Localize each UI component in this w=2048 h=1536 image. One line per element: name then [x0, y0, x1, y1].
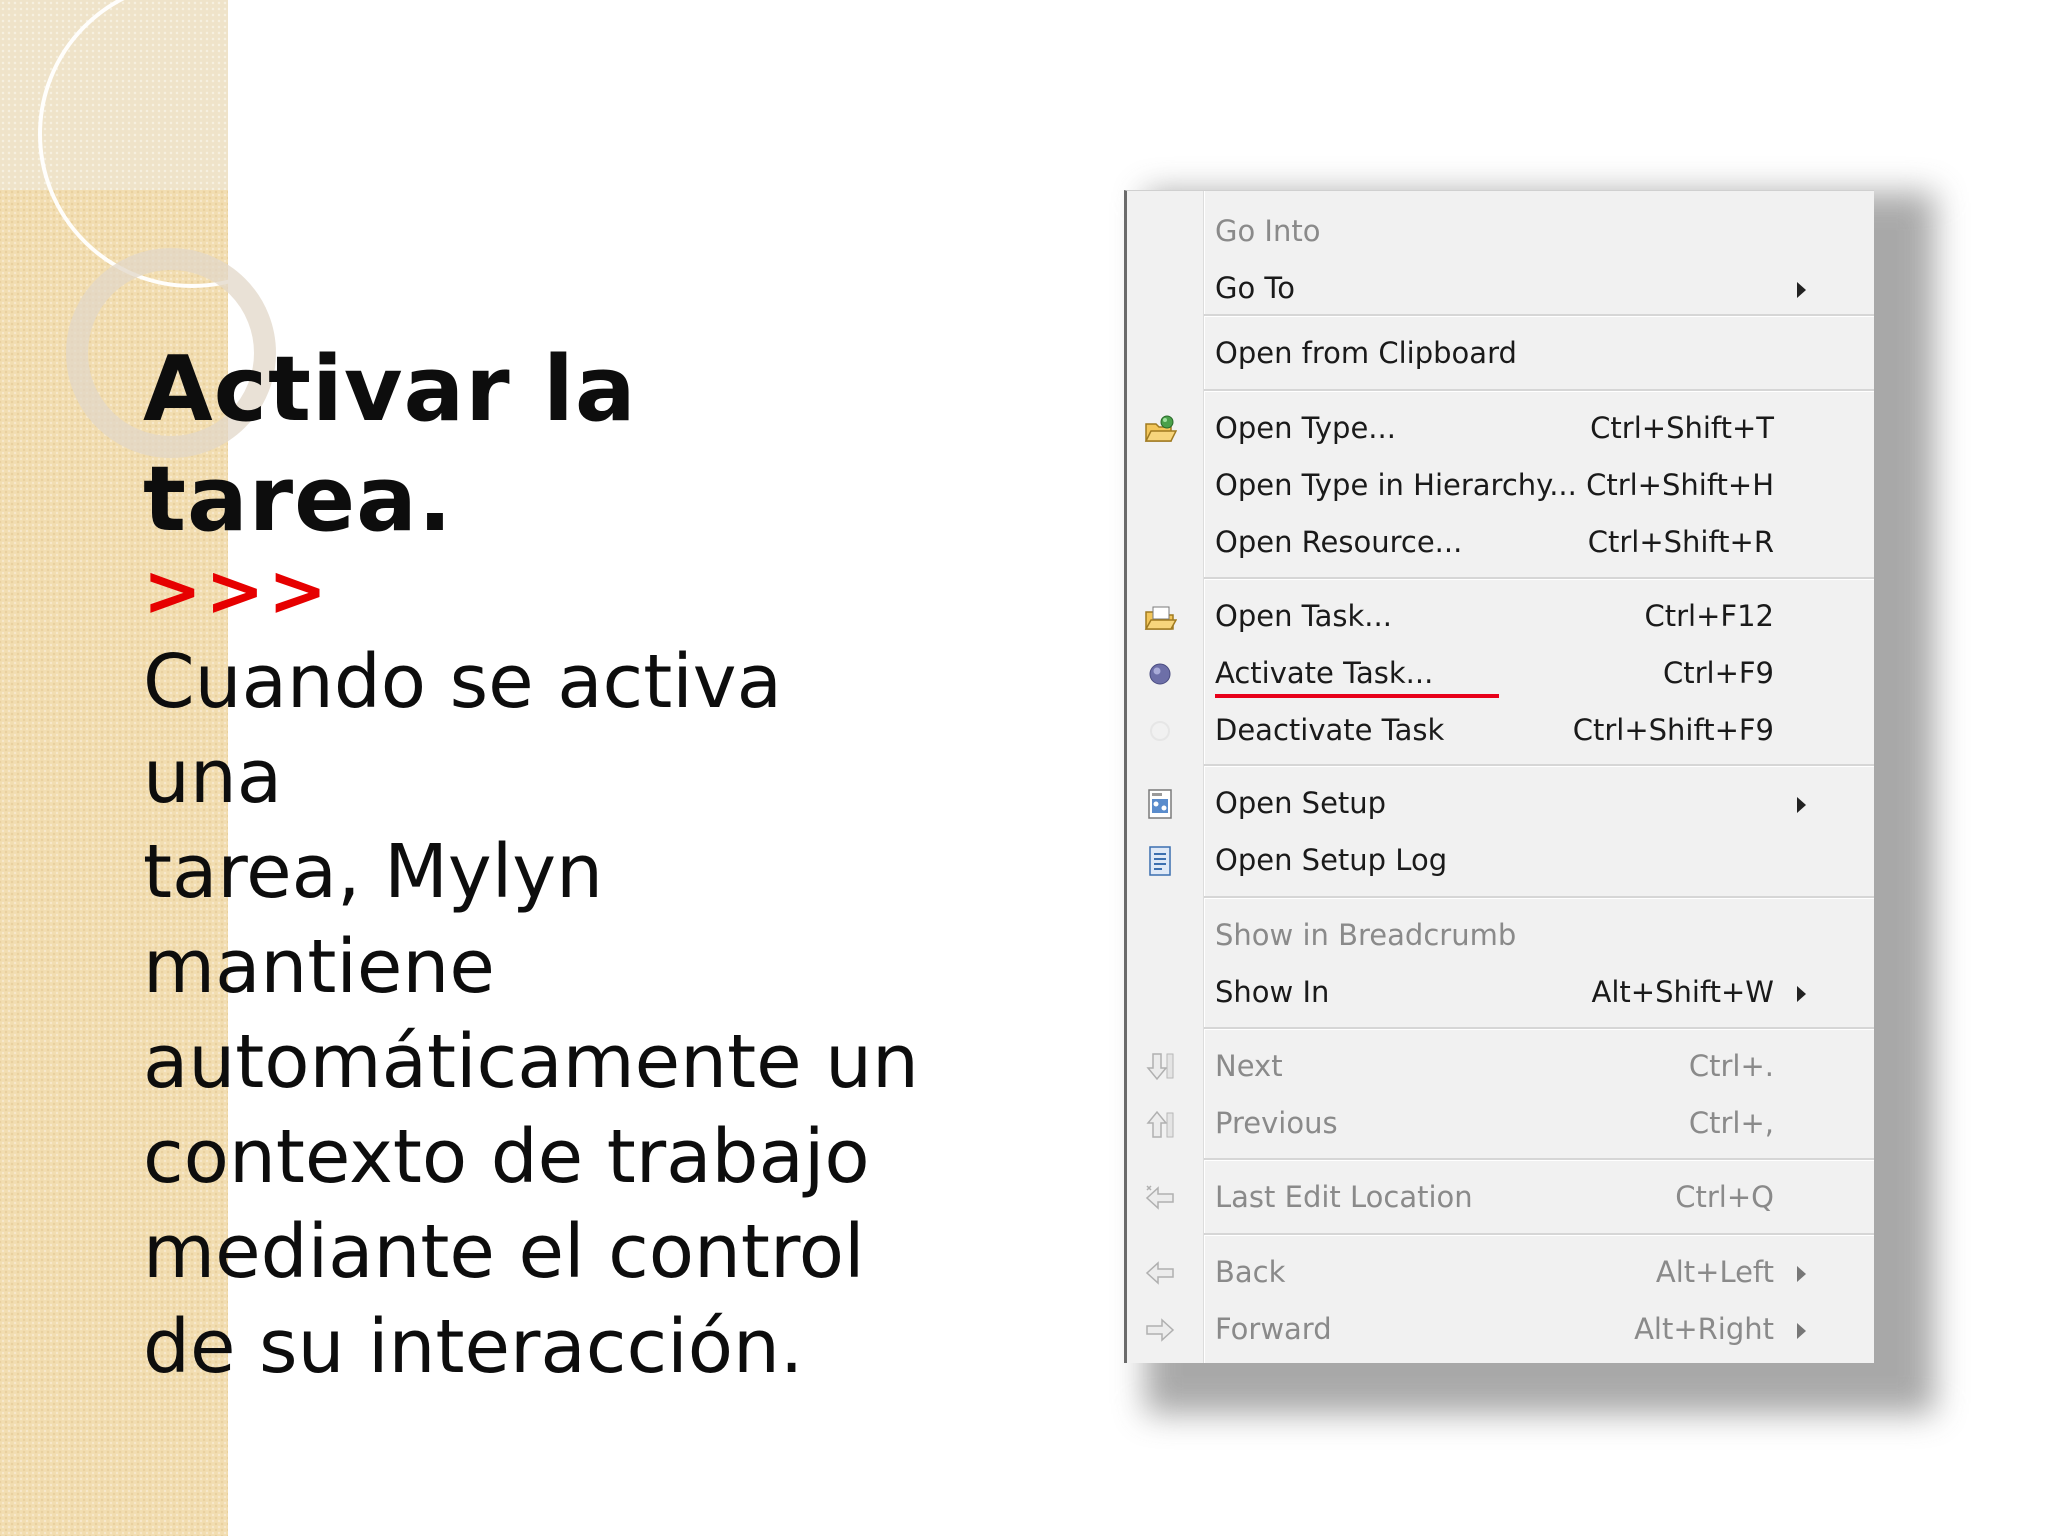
menu-item-shortcut: Ctrl+Shift+T [1590, 411, 1774, 445]
menu-item-next[interactable]: Next Ctrl+. [1127, 1038, 1874, 1095]
menu-item-previous[interactable]: Previous Ctrl+, [1127, 1095, 1874, 1152]
menu-item-shortcut: Ctrl+Shift+F9 [1572, 713, 1774, 747]
last-edit-location-icon [1143, 1181, 1177, 1215]
menu-item-go-to[interactable]: Go To [1127, 260, 1874, 317]
menu-item-forward[interactable]: Forward Alt+Right [1127, 1301, 1874, 1358]
body-line: mantiene [143, 924, 495, 1010]
setup-log-icon [1143, 844, 1177, 878]
menu-item-label: Back [1215, 1255, 1286, 1289]
menu-item-open-from-clipboard[interactable]: Open from Clipboard [1127, 325, 1874, 382]
submenu-arrow-icon [1797, 282, 1806, 298]
menu-item-label: Previous [1215, 1106, 1338, 1140]
menu-item-label: Show In [1215, 975, 1330, 1009]
menu-item-label: Activate Task... [1215, 656, 1434, 690]
submenu-arrow-icon [1797, 1323, 1806, 1339]
slide-title: Activar la tarea. [143, 337, 637, 552]
menu-item-activate-task[interactable]: Activate Task... Ctrl+F9 [1127, 645, 1874, 702]
menu-item-open-setup[interactable]: Open Setup [1127, 775, 1874, 832]
next-icon [1143, 1050, 1177, 1084]
open-type-icon [1143, 412, 1178, 446]
body-line: mediante el control [143, 1209, 865, 1295]
submenu-arrow-icon [1797, 1266, 1806, 1282]
menu-separator [1204, 577, 1874, 580]
menu-separator [1204, 1027, 1874, 1030]
menu-item-show-in-breadcrumb[interactable]: Show in Breadcrumb [1127, 907, 1874, 964]
menu-item-shortcut: Alt+Shift+W [1591, 975, 1774, 1009]
menu-item-label: Go Into [1215, 214, 1321, 248]
body-line: de su interacción. [143, 1304, 804, 1390]
menu-item-label: Forward [1215, 1312, 1332, 1346]
menu-item-label: Open Setup [1215, 786, 1387, 820]
menu-item-shortcut: Ctrl+, [1688, 1106, 1774, 1140]
menu-item-last-edit-location[interactable]: Last Edit Location Ctrl+Q [1127, 1169, 1874, 1226]
menu-item-shortcut: Alt+Left [1655, 1255, 1774, 1289]
body-line: tarea, Mylyn [143, 829, 603, 915]
menu-item-shortcut: Ctrl+. [1688, 1049, 1774, 1083]
menu-item-shortcut: Ctrl+F9 [1662, 656, 1774, 690]
previous-icon [1143, 1107, 1177, 1141]
menu-item-label: Open Type... [1215, 411, 1396, 445]
open-setup-icon [1143, 787, 1177, 821]
menu-item-label: Open Setup Log [1215, 843, 1448, 877]
menu-item-open-type[interactable]: Open Type... Ctrl+Shift+T [1127, 400, 1874, 457]
submenu-arrow-icon [1797, 797, 1806, 813]
menu-item-label: Show in Breadcrumb [1215, 918, 1517, 952]
menu-separator [1204, 896, 1874, 899]
menu-separator [1204, 764, 1874, 767]
menu-item-open-resource[interactable]: Open Resource... Ctrl+Shift+R [1127, 514, 1874, 571]
menu-item-shortcut: Ctrl+Shift+R [1587, 525, 1774, 559]
open-task-icon [1143, 600, 1178, 634]
menu-item-shortcut: Alt+Right [1634, 1312, 1774, 1346]
menu-item-label: Go To [1215, 271, 1295, 305]
menu-separator [1204, 314, 1874, 317]
menu-item-shortcut: Ctrl+Q [1675, 1180, 1774, 1214]
menu-item-shortcut: Ctrl+F12 [1644, 599, 1774, 633]
menu-item-open-type-in-hierarchy[interactable]: Open Type in Hierarchy... Ctrl+Shift+H [1127, 457, 1874, 514]
slide-arrows: >>> [143, 550, 331, 632]
slide-text: Activar la tarea. >>> Cuando se activa u… [143, 335, 943, 1395]
body-line: contexto de trabajo [143, 1114, 870, 1200]
menu-separator [1204, 1233, 1874, 1236]
context-menu: Go Into Go To Open from Clipboard Open T… [1124, 190, 1874, 1363]
red-underline-highlight [1215, 694, 1499, 698]
menu-item-label: Open Type in Hierarchy... [1215, 468, 1577, 502]
menu-item-show-in[interactable]: Show In Alt+Shift+W [1127, 964, 1874, 1021]
submenu-arrow-icon [1797, 986, 1806, 1002]
decorative-corner [0, 0, 228, 190]
deactivate-task-icon [1143, 714, 1177, 748]
menu-item-label: Deactivate Task [1215, 713, 1445, 747]
menu-item-label: Open Resource... [1215, 525, 1463, 559]
menu-separator [1204, 389, 1874, 392]
back-icon [1143, 1256, 1177, 1290]
body-line: automáticamente un [143, 1019, 919, 1105]
menu-item-shortcut: Ctrl+Shift+H [1586, 468, 1774, 502]
menu-separator [1204, 1158, 1874, 1161]
menu-item-open-setup-log[interactable]: Open Setup Log [1127, 832, 1874, 889]
activate-task-icon [1143, 657, 1177, 691]
menu-item-label: Open from Clipboard [1215, 336, 1517, 370]
menu-item-label: Last Edit Location [1215, 1180, 1473, 1214]
menu-item-back[interactable]: Back Alt+Left [1127, 1244, 1874, 1301]
menu-item-deactivate-task[interactable]: Deactivate Task Ctrl+Shift+F9 [1127, 702, 1874, 759]
slide-body: Cuando se activa una tarea, Mylyn mantie… [143, 635, 943, 1395]
menu-item-label: Open Task... [1215, 599, 1392, 633]
menu-item-go-into[interactable]: Go Into [1127, 203, 1874, 260]
menu-item-label: Next [1215, 1049, 1283, 1083]
menu-item-open-task[interactable]: Open Task... Ctrl+F12 [1127, 588, 1874, 645]
forward-icon [1143, 1313, 1177, 1347]
body-line: Cuando se activa una [143, 639, 782, 820]
